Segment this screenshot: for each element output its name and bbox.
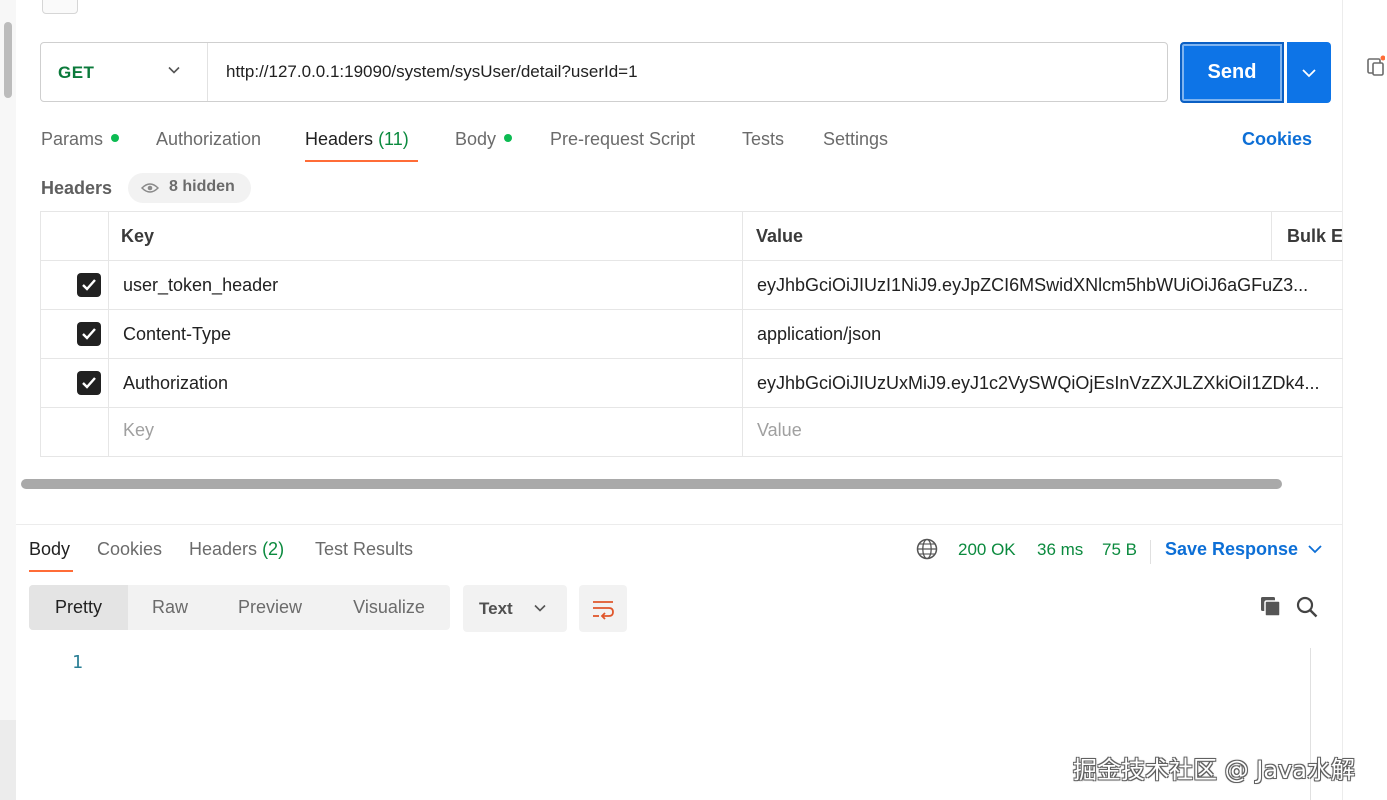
column-divider bbox=[742, 212, 743, 456]
vertical-scrollbar[interactable] bbox=[4, 22, 12, 98]
tab-body[interactable]: Body bbox=[455, 129, 513, 150]
chevron-down-icon[interactable] bbox=[167, 63, 181, 77]
row-checkbox[interactable] bbox=[77, 273, 101, 297]
tab-headers-label: Headers bbox=[305, 129, 374, 149]
watermark: 掘金技术社区 @ Java水解 bbox=[1073, 756, 1355, 784]
row-divider bbox=[41, 358, 1343, 359]
left-edge bbox=[0, 0, 16, 800]
response-tab-body[interactable]: Body bbox=[29, 539, 70, 560]
tab-pre-request-script[interactable]: Pre-request Script bbox=[550, 129, 695, 150]
tab-headers[interactable]: Headers (11) bbox=[305, 129, 409, 150]
header-key-cell[interactable]: Authorization bbox=[123, 373, 723, 394]
response-tab-cookies[interactable]: Cookies bbox=[97, 539, 162, 560]
line-number: 1 bbox=[72, 652, 83, 673]
view-mode-preview[interactable]: Preview bbox=[212, 585, 328, 630]
new-key-input[interactable]: Key bbox=[123, 420, 154, 441]
chevron-down-icon[interactable] bbox=[1307, 541, 1323, 557]
tab-params-label: Params bbox=[41, 129, 104, 149]
send-options-button[interactable] bbox=[1287, 42, 1331, 103]
wrap-lines-button[interactable] bbox=[579, 585, 627, 632]
request-url-bar: GET http://127.0.0.1:19090/system/sysUse… bbox=[40, 42, 1168, 102]
chevron-down-icon bbox=[534, 604, 546, 612]
row-checkbox[interactable] bbox=[77, 371, 101, 395]
check-icon bbox=[82, 377, 96, 389]
header-value-cell[interactable]: application/json bbox=[757, 324, 1333, 345]
active-tab-indicator bbox=[305, 160, 418, 162]
header-value-cell[interactable]: eyJhbGciOiJIUzI1NiJ9.eyJpZCI6MSwidXNlcm5… bbox=[757, 275, 1333, 296]
format-select-label: Text bbox=[479, 599, 513, 618]
active-dot-icon bbox=[504, 134, 513, 143]
active-dot-icon bbox=[111, 134, 120, 143]
right-sidebar bbox=[1342, 0, 1387, 800]
copy-icon[interactable] bbox=[1260, 596, 1282, 618]
headers-section-title: Headers bbox=[41, 178, 113, 198]
search-icon[interactable] bbox=[1296, 596, 1318, 618]
response-tab-headers-label: Headers bbox=[189, 539, 258, 559]
column-divider bbox=[108, 212, 109, 456]
body-view-mode-control: Pretty Raw Preview Visualize bbox=[29, 585, 450, 630]
row-divider bbox=[41, 309, 1343, 310]
divider bbox=[207, 43, 208, 101]
response-time[interactable]: 36 ms bbox=[1037, 540, 1083, 560]
eye-icon bbox=[141, 183, 159, 193]
header-key-cell[interactable]: user_token_header bbox=[123, 275, 723, 296]
row-checkbox[interactable] bbox=[77, 322, 101, 346]
check-icon bbox=[82, 328, 96, 340]
url-input[interactable]: http://127.0.0.1:19090/system/sysUser/de… bbox=[226, 62, 638, 82]
column-header-key: Key bbox=[121, 226, 155, 246]
status-code[interactable]: 200 OK bbox=[958, 540, 1016, 560]
documentation-icon[interactable] bbox=[1367, 55, 1385, 77]
response-tab-headers-count: (2) bbox=[262, 539, 285, 559]
tab-authorization[interactable]: Authorization bbox=[156, 129, 261, 150]
method-select[interactable]: GET bbox=[58, 63, 94, 83]
globe-icon[interactable] bbox=[916, 538, 938, 560]
response-tab-test-results[interactable]: Test Results bbox=[315, 539, 413, 560]
chevron-down-icon bbox=[1302, 69, 1316, 78]
view-mode-visualize[interactable]: Visualize bbox=[328, 585, 450, 630]
top-bar bbox=[0, 0, 1387, 16]
hidden-headers-toggle[interactable]: 8 hidden bbox=[128, 173, 251, 203]
send-button[interactable]: Send bbox=[1180, 42, 1284, 103]
row-divider bbox=[41, 260, 1343, 261]
active-tab-indicator bbox=[29, 570, 73, 572]
tab-tests[interactable]: Tests bbox=[742, 129, 784, 150]
tab-headers-count: (11) bbox=[378, 129, 409, 149]
header-value-cell[interactable]: eyJhbGciOiJIUzUxMiJ9.eyJ1c2VySWQiOjEsInV… bbox=[757, 373, 1333, 394]
view-mode-pretty[interactable]: Pretty bbox=[29, 585, 128, 630]
left-edge-strip bbox=[0, 720, 16, 800]
view-mode-raw[interactable]: Raw bbox=[128, 585, 212, 630]
divider bbox=[1150, 540, 1151, 564]
response-size[interactable]: 75 B bbox=[1102, 540, 1137, 560]
tab-params[interactable]: Params bbox=[41, 129, 120, 150]
tab-body-label: Body bbox=[455, 129, 497, 149]
header-key-cell[interactable]: Content-Type bbox=[123, 324, 723, 345]
new-value-input[interactable]: Value bbox=[757, 420, 802, 441]
back-icon[interactable] bbox=[42, 0, 78, 14]
format-select[interactable]: Text bbox=[463, 585, 567, 632]
pane-divider[interactable] bbox=[16, 524, 1342, 525]
row-divider bbox=[41, 407, 1343, 408]
wrap-lines-icon bbox=[593, 601, 614, 620]
response-tab-headers[interactable]: Headers (2) bbox=[189, 539, 284, 560]
check-icon bbox=[82, 279, 96, 291]
column-divider bbox=[1271, 212, 1272, 260]
headers-table: Key Value Bulk Ed user_token_header eyJh… bbox=[40, 211, 1343, 457]
hidden-headers-label: 8 hidden bbox=[169, 178, 235, 195]
save-response-button[interactable]: Save Response bbox=[1165, 539, 1298, 560]
horizontal-scrollbar[interactable] bbox=[21, 479, 1282, 489]
column-header-value: Value bbox=[756, 226, 804, 246]
cookies-link[interactable]: Cookies bbox=[1242, 129, 1312, 150]
tab-settings[interactable]: Settings bbox=[823, 129, 888, 150]
bulk-edit-link[interactable]: Bulk Ed bbox=[1287, 226, 1342, 247]
